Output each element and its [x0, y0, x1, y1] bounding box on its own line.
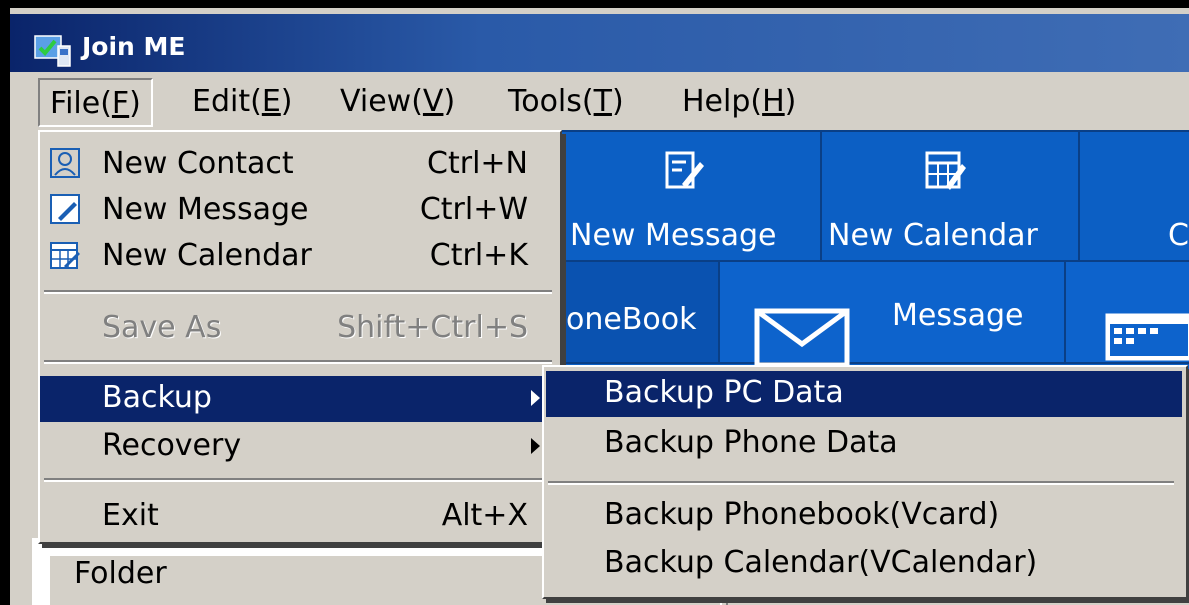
menu-help[interactable]: Help(H) [682, 84, 796, 119]
tab-phonebook-label: oneBook [566, 302, 697, 337]
tab-calendar[interactable] [1064, 260, 1189, 364]
menu-item-exit-shortcut: Alt+X [441, 498, 528, 533]
submenu-item-backup-calendar-vcalendar[interactable]: Backup Calendar(VCalendar) [546, 541, 1182, 587]
menu-item-exit[interactable]: Exit Alt+X [40, 494, 556, 538]
menu-item-new-calendar-shortcut: Ctrl+K [429, 238, 528, 273]
menu-item-save-as-label: Save As [102, 310, 222, 345]
menu-item-backup-label: Backup [102, 380, 212, 415]
menu-item-exit-label: Exit [102, 498, 159, 533]
tab-message-label: Message [892, 298, 1024, 333]
submenu-item-backup-phone-data[interactable]: Backup Phone Data [546, 421, 1182, 467]
message-edit-icon [50, 194, 80, 224]
submenu-item-backup-pc-data-label: Backup PC Data [604, 375, 844, 410]
new-calendar-toolbar-button[interactable]: New Calendar [820, 130, 1080, 264]
new-message-toolbar-button[interactable]: New Message [558, 130, 822, 264]
folder-header-label: Folder [74, 556, 167, 591]
submenu-item-backup-phonebook-vcard[interactable]: Backup Phonebook(Vcard) [546, 493, 1182, 539]
menu-item-new-calendar[interactable]: New Calendar Ctrl+K [40, 234, 556, 278]
menu-file[interactable]: File(F) [38, 78, 153, 127]
window-title: Join ME [82, 32, 186, 61]
menu-item-new-message-shortcut: Ctrl+W [419, 192, 528, 227]
new-message-toolbar-label: New Message [570, 218, 777, 253]
envelope-icon [754, 308, 850, 368]
partial-toolbar-button[interactable]: C [1078, 130, 1189, 264]
menu-item-save-as: Save As Shift+Ctrl+S [40, 306, 556, 350]
calendar-edit-icon [50, 242, 80, 269]
menu-item-save-as-shortcut: Shift+Ctrl+S [337, 310, 528, 345]
contact-icon [50, 148, 80, 178]
menu-separator [44, 360, 552, 364]
submenu-item-backup-pc-data[interactable]: Backup PC Data [546, 371, 1182, 417]
backup-submenu: Backup PC Data Backup Phone Data Backup … [542, 365, 1188, 599]
submenu-arrow-icon [531, 438, 540, 454]
submenu-item-backup-phone-data-label: Backup Phone Data [604, 425, 898, 460]
partial-toolbar-label: C [1168, 218, 1189, 253]
app-window: Join ME File(F) Edit(E) View(V) Tools(T)… [10, 8, 1189, 605]
menu-separator [44, 290, 552, 294]
submenu-item-backup-phonebook-vcard-label: Backup Phonebook(Vcard) [604, 497, 1000, 532]
menu-item-new-contact[interactable]: New Contact Ctrl+N [40, 142, 556, 186]
tab-message[interactable]: Message [718, 260, 1066, 368]
menu-item-new-contact-shortcut: Ctrl+N [427, 146, 528, 181]
menu-item-new-message[interactable]: New Message Ctrl+W [40, 188, 556, 232]
menu-item-recovery-label: Recovery [102, 428, 242, 463]
new-calendar-toolbar-label: New Calendar [828, 218, 1038, 253]
menu-view[interactable]: View(V) [340, 84, 455, 119]
join-me-app-icon [34, 35, 71, 67]
calendar-edit-icon [925, 151, 966, 190]
menu-edit[interactable]: Edit(E) [192, 84, 293, 119]
menu-item-new-message-label: New Message [102, 192, 309, 227]
menu-item-recovery[interactable]: Recovery [40, 424, 556, 468]
menu-item-new-contact-label: New Contact [102, 146, 294, 181]
menu-separator [44, 478, 552, 482]
menu-bar: File(F) Edit(E) View(V) Tools(T) Help(H) [10, 72, 1189, 130]
submenu-item-backup-calendar-vcalendar-label: Backup Calendar(VCalendar) [604, 545, 1038, 580]
tab-phonebook[interactable]: oneBook [558, 260, 720, 364]
calendar-icon [1105, 313, 1189, 361]
menu-tools[interactable]: Tools(T) [508, 84, 624, 119]
menu-item-new-calendar-label: New Calendar [102, 238, 312, 273]
menu-item-backup[interactable]: Backup [40, 376, 556, 422]
file-menu: New Contact Ctrl+N New Message Ctrl+W Ne… [38, 130, 562, 544]
menu-separator [548, 481, 1174, 485]
submenu-arrow-icon [531, 390, 540, 406]
title-bar[interactable]: Join ME [10, 14, 1189, 72]
message-edit-icon [665, 151, 704, 189]
